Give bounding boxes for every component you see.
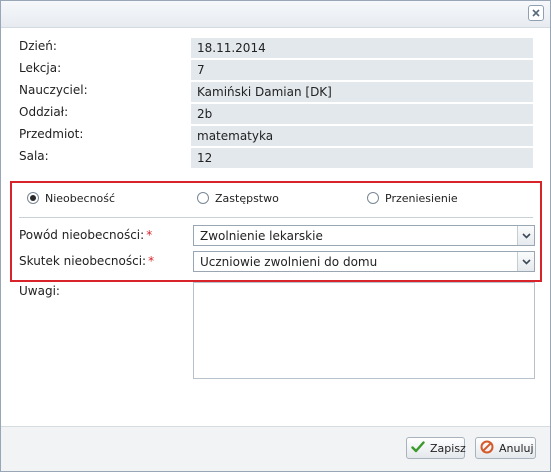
teacher-value: Kamiński Damian [DK] <box>191 82 533 102</box>
radio-transfer-label: Przeniesienie <box>385 191 458 205</box>
subject-value: matematyka <box>191 126 533 146</box>
cancel-label: Anuluj <box>499 441 534 455</box>
cancel-button[interactable]: Anuluj <box>475 437 536 459</box>
radio-substitution[interactable]: Zastępstwo <box>197 191 279 205</box>
checkmark-icon <box>411 440 430 456</box>
effect-label: Skutek nieobecności: * <box>19 254 154 268</box>
lesson-value: 7 <box>191 60 533 80</box>
room-value: 12 <box>191 148 533 168</box>
teacher-label: Nauczyciel: <box>19 83 88 97</box>
chevron-down-icon[interactable] <box>517 252 534 271</box>
effect-label-text: Skutek nieobecności: <box>19 254 147 268</box>
radio-transfer-input[interactable] <box>367 192 379 204</box>
absence-dialog: Dzień: 18.11.2014 Lekcja: 7 Nauczyciel: … <box>0 0 551 472</box>
subject-label: Przedmiot: <box>19 127 84 141</box>
required-mark: * <box>148 254 155 268</box>
lesson-label: Lekcja: <box>19 61 62 75</box>
reason-select-value: Zwolnienie lekarskie <box>200 229 323 243</box>
radio-absence-label: Nieobecność <box>45 191 116 205</box>
class-label: Oddział: <box>19 105 69 119</box>
dialog-titlebar <box>1 1 550 28</box>
radio-absence-input[interactable] <box>27 192 39 204</box>
required-mark: * <box>146 228 153 242</box>
close-button[interactable] <box>528 5 544 21</box>
radio-substitution-input[interactable] <box>197 192 209 204</box>
section-divider <box>19 217 533 218</box>
effect-select[interactable]: Uczniowie zwolnieni do domu <box>193 251 535 272</box>
notes-textarea[interactable] <box>193 282 535 379</box>
effect-select-value: Uczniowie zwolnieni do domu <box>200 255 378 269</box>
radio-transfer[interactable]: Przeniesienie <box>367 191 458 205</box>
room-label: Sala: <box>19 149 49 163</box>
radio-absence[interactable]: Nieobecność <box>27 191 115 205</box>
class-value: 2b <box>191 104 533 124</box>
chevron-down-icon[interactable] <box>517 226 534 245</box>
save-label: Zapisz <box>430 441 466 455</box>
radio-substitution-label: Zastępstwo <box>215 191 279 205</box>
reason-label-text: Powód nieobecności: <box>19 228 145 242</box>
notes-label: Uwagi: <box>19 284 60 298</box>
day-value: 18.11.2014 <box>191 38 533 58</box>
day-label: Dzień: <box>19 39 57 53</box>
dialog-footer: Zapisz Anuluj <box>1 426 550 471</box>
reason-label: Powód nieobecności: * <box>19 228 152 242</box>
close-icon <box>532 6 540 20</box>
cancel-icon <box>480 440 499 457</box>
reason-select[interactable]: Zwolnienie lekarskie <box>193 225 535 246</box>
save-button[interactable]: Zapisz <box>406 437 466 459</box>
